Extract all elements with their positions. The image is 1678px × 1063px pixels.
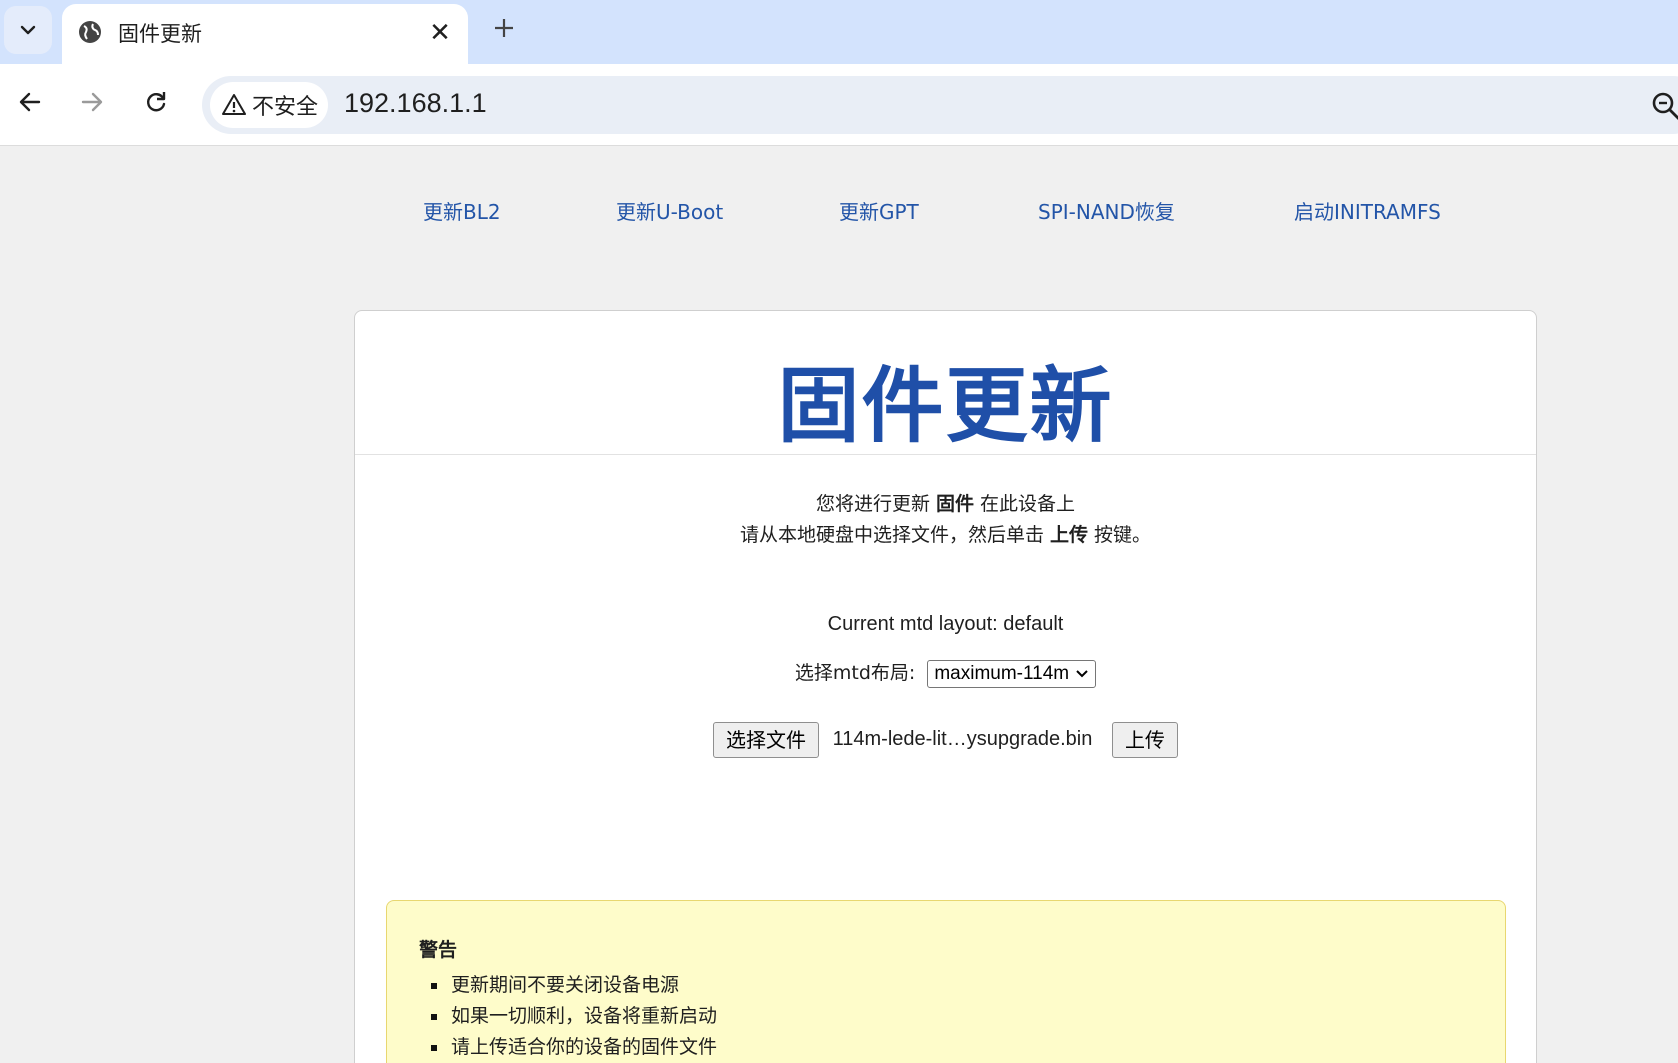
back-arrow-icon	[19, 92, 41, 112]
mtd-layout-row: 选择mtd布局: maximum-114m	[355, 658, 1536, 688]
intro-line-2: 请从本地硬盘中选择文件，然后单击 上传 按键。	[355, 520, 1536, 551]
nav-link-update-bl2[interactable]: 更新BL2	[423, 196, 501, 225]
forward-arrow-icon	[81, 92, 103, 112]
forward-button[interactable]	[70, 80, 114, 124]
new-tab-button[interactable]	[486, 10, 522, 46]
zoom-icon[interactable]	[1650, 90, 1678, 122]
reload-button[interactable]	[134, 80, 178, 124]
close-tab-icon[interactable]: ✕	[424, 16, 456, 48]
current-mtd-layout: Current mtd layout: default	[827, 613, 1064, 635]
chevron-down-icon	[20, 25, 36, 35]
intro-line-2-bold: 上传	[1049, 524, 1088, 546]
security-indicator[interactable]: 不安全	[210, 82, 328, 128]
intro-line-1-bold: 固件	[935, 493, 974, 515]
intro-line-1-text: 您将进行更新	[815, 493, 936, 515]
nav-link-update-gpt[interactable]: 更新GPT	[839, 196, 919, 225]
warning-list: 更新期间不要关闭设备电源 如果一切顺利，设备将重新启动 请上传适合你的设备的固件…	[419, 970, 1473, 1063]
card-header: 固件更新	[355, 311, 1536, 455]
plus-icon	[495, 19, 513, 37]
selected-file-name: 114m-lede-lit…ysupgrade.bin	[832, 728, 1093, 750]
nav-link-update-uboot[interactable]: 更新U-Boot	[616, 196, 723, 225]
tab-title: 固件更新	[118, 22, 202, 46]
tab-search-button[interactable]	[4, 6, 52, 54]
url-text[interactable]: 192.168.1.1	[344, 88, 487, 119]
mtd-select-value: maximum-114m	[934, 662, 1070, 684]
page-content: 更新BL2 更新U-Boot 更新GPT SPI-NAND恢复 启动INITRA…	[0, 146, 1678, 1063]
mtd-layout-select[interactable]: maximum-114m	[927, 659, 1097, 688]
warning-item: 如果一切顺利，设备将重新启动	[419, 1001, 1473, 1032]
browser-toolbar: 不安全 192.168.1.1	[0, 64, 1678, 146]
address-bar[interactable]: 不安全 192.168.1.1	[202, 76, 1678, 134]
upload-row: 选择文件 114m-lede-lit…ysupgrade.bin 上传	[355, 721, 1536, 758]
active-tab[interactable]: 固件更新 ✕	[62, 4, 468, 64]
tab-strip: 固件更新 ✕	[0, 0, 1678, 64]
nav-link-boot-initramfs[interactable]: 启动INITRAMFS	[1294, 196, 1441, 225]
warning-title: 警告	[419, 939, 458, 961]
security-label: 不安全	[252, 95, 319, 120]
warning-triangle-icon	[222, 94, 246, 115]
intro-text: 您将进行更新 固件 在此设备上 请从本地硬盘中选择文件，然后单击 上传 按键。	[355, 489, 1536, 551]
page-title: 固件更新	[777, 359, 1114, 454]
intro-line-2-tail: 按键。	[1088, 524, 1152, 546]
back-button[interactable]	[8, 80, 52, 124]
upload-button[interactable]: 上传	[1111, 721, 1178, 758]
reload-icon	[147, 92, 166, 112]
warning-item: 更新期间不要关闭设备电源	[419, 970, 1473, 1001]
nav-link-spi-nand-recovery[interactable]: SPI-NAND恢复	[1038, 196, 1175, 225]
warning-item: 请上传适合你的设备的固件文件	[419, 1032, 1473, 1063]
chevron-down-icon	[1076, 669, 1088, 677]
firmware-update-card: 固件更新 您将进行更新 固件 在此设备上 请从本地硬盘中选择文件，然后单击 上传…	[354, 310, 1537, 1063]
warning-box: 警告 更新期间不要关闭设备电源 如果一切顺利，设备将重新启动 请上传适合你的设备…	[386, 900, 1506, 1063]
intro-line-1: 您将进行更新 固件 在此设备上	[355, 489, 1536, 520]
choose-file-button[interactable]: 选择文件	[713, 721, 820, 758]
intro-line-2-text: 请从本地硬盘中选择文件，然后单击	[739, 524, 1050, 546]
mtd-select-label: 选择mtd布局:	[794, 662, 916, 684]
globe-icon	[79, 21, 101, 43]
intro-line-1-tail: 在此设备上	[974, 493, 1076, 515]
